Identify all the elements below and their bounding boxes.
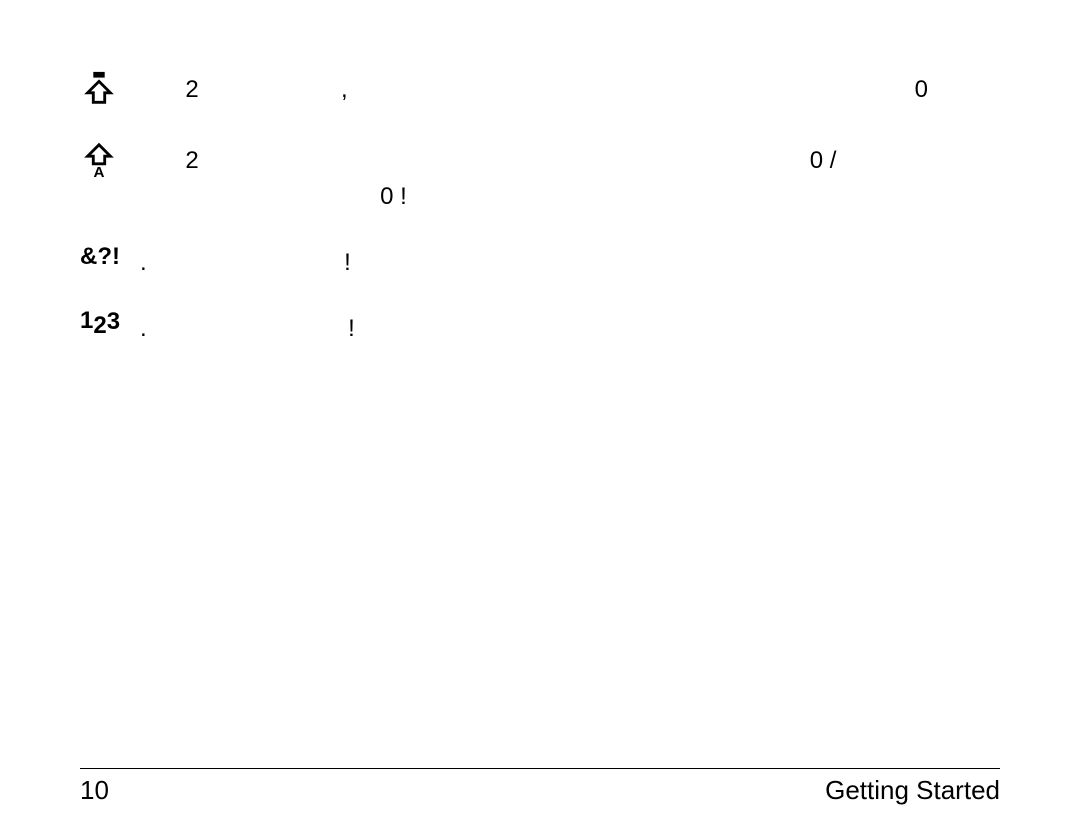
keyboard-mode-row: Tap 2 times quickly, caps lock is set an… xyxy=(80,70,1000,113)
shift-a-icon: A xyxy=(80,141,118,184)
caps-lock-icon xyxy=(80,70,118,113)
row-description: Tap 2 times quickly, caps lock is set an… xyxy=(140,70,1000,108)
svg-text:A: A xyxy=(94,164,105,179)
row-description: . umber entry mode! xyxy=(140,309,1000,347)
symbols-icon: &?! xyxy=(80,243,120,271)
page-footer: 10 Getting Started xyxy=(80,768,1000,806)
keyboard-mode-row: 123 . umber entry mode! xyxy=(80,309,1000,347)
numbers-icon: 123 xyxy=(80,309,120,337)
icon-column xyxy=(80,70,140,113)
page-number: 10 xyxy=(80,775,109,806)
page-content: Tap 2 times quickly, caps lock is set an… xyxy=(0,0,1080,347)
keyboard-mode-row: A Tap 2 times quickly and you can enter … xyxy=(80,141,1000,215)
row-description: . ymbol entry mode! xyxy=(140,243,1000,281)
icon-column: &?! xyxy=(80,243,140,271)
chapter-title: Getting Started xyxy=(825,775,1000,806)
keyboard-mode-row: &?! . ymbol entry mode! xyxy=(80,243,1000,281)
icon-column: A xyxy=(80,141,140,184)
row-description: Tap 2 times quickly and you can enter a … xyxy=(140,141,1000,215)
icon-column: 123 xyxy=(80,309,140,337)
